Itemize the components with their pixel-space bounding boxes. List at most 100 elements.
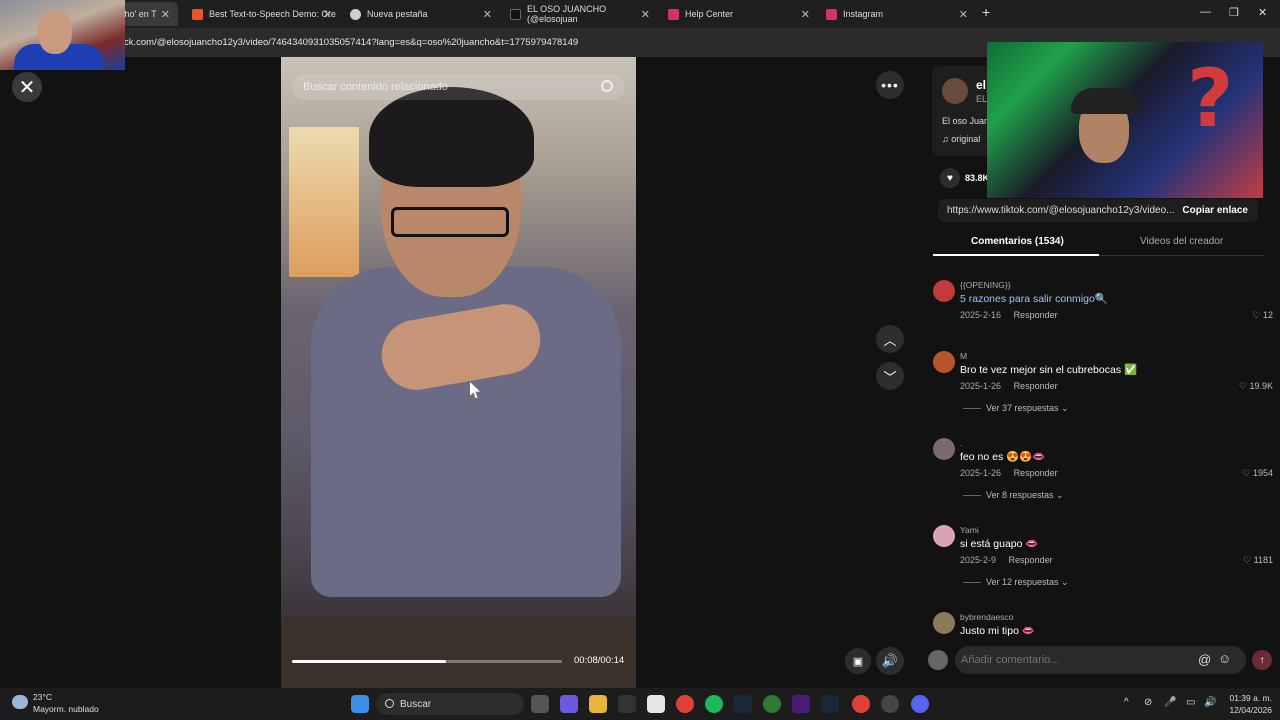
instagram-icon xyxy=(668,8,679,20)
comment-avatar[interactable] xyxy=(933,438,955,460)
comment-likes[interactable]: ♡ 1181 xyxy=(1243,555,1273,566)
display-icon[interactable]: ▭ xyxy=(1186,697,1195,708)
comment-item: . feo no es 😍😍👄 2025-1-26 Responder ♡ 19… xyxy=(933,438,1273,508)
tab-title: Nueva pestaña xyxy=(367,9,428,19)
comment-text: Justo mi tipo 👄 xyxy=(960,625,1035,637)
comment-date: 2025-1-26 xyxy=(960,381,1002,391)
task-view-icon[interactable] xyxy=(531,695,549,713)
tab-close-icon[interactable]: ✕ xyxy=(959,8,968,21)
search-icon[interactable] xyxy=(601,80,613,92)
mention-icon[interactable]: @ xyxy=(1198,652,1211,667)
comment-likes[interactable]: ♡ 12 xyxy=(1252,310,1273,321)
tab-creator-videos[interactable]: Videos del creador xyxy=(1140,236,1223,247)
more-options-icon[interactable]: ••• xyxy=(876,71,904,99)
chrome-icon[interactable] xyxy=(676,695,694,713)
network-off-icon[interactable]: ⊘ xyxy=(1144,697,1152,708)
next-video-chevron-down-icon[interactable]: ﹀ xyxy=(876,362,904,390)
minimize-button[interactable]: — xyxy=(1200,6,1211,18)
comment-username[interactable]: {{OPENING}} xyxy=(960,280,1011,290)
view-replies-button[interactable]: Ver 12 respuestas ⌄ xyxy=(963,577,1069,588)
related-search-placeholder: Buscar contenido relacionado xyxy=(303,81,448,93)
emoji-icon[interactable]: ☺ xyxy=(1218,651,1231,666)
new-tab-button[interactable]: + xyxy=(982,4,990,20)
browser-tab-strip: cho' en T ✕ Best Text-to-Speech Demo: Cr… xyxy=(0,0,1280,28)
floating-player-icon[interactable]: ▣ xyxy=(845,648,871,674)
comment-avatar[interactable] xyxy=(933,525,955,547)
comment-date: 2025-1-26 xyxy=(960,468,1002,478)
next-app-icon[interactable] xyxy=(792,695,810,713)
comment-username[interactable]: . xyxy=(960,438,962,448)
speaker-icon[interactable]: 🔊 xyxy=(1204,697,1216,708)
steam-app-icon[interactable] xyxy=(821,695,839,713)
comment-avatar[interactable] xyxy=(933,612,955,634)
obs-icon[interactable] xyxy=(881,695,899,713)
restore-button[interactable]: ❐ xyxy=(1229,6,1239,19)
reply-button[interactable]: Responder xyxy=(1014,381,1058,391)
comment-likes[interactable]: ♡ 19.9K xyxy=(1239,381,1273,392)
tab-comments[interactable]: Comentarios (1534) xyxy=(971,236,1064,247)
tab-close-icon[interactable]: ✕ xyxy=(801,8,810,21)
heart-icon[interactable]: ♥ xyxy=(940,168,960,188)
chrome-icon xyxy=(350,8,361,20)
tab-close-icon[interactable]: ✕ xyxy=(641,8,650,21)
instagram-icon xyxy=(826,8,837,20)
comment-text[interactable]: 5 razones para salir conmigo🔍 xyxy=(960,292,1108,305)
taskbar-search-label: Buscar xyxy=(400,698,432,710)
comment-meta: 2025-2-16 Responder xyxy=(960,310,1058,320)
comment-username[interactable]: M xyxy=(960,351,967,361)
spotify-icon[interactable] xyxy=(705,695,723,713)
comment-meta: 2025-1-26 Responder xyxy=(960,468,1058,478)
creator-handle: EL xyxy=(976,94,988,104)
taskbar-search[interactable]: Buscar xyxy=(376,693,524,715)
url-field[interactable]: ck.com/@elosojuancho12y3/video/746434093… xyxy=(124,37,578,48)
view-replies-button[interactable]: Ver 8 respuestas ⌄ xyxy=(963,490,1064,501)
send-icon[interactable]: ↑ xyxy=(1252,650,1272,670)
comment-avatar[interactable] xyxy=(933,280,955,302)
tab-new-tab[interactable]: Nueva pestaña ✕ xyxy=(342,2,500,26)
creator-avatar[interactable] xyxy=(942,78,968,104)
show-hidden-icons-chevron-icon[interactable]: ^ xyxy=(1124,697,1129,708)
reply-button[interactable]: Responder xyxy=(1009,555,1053,565)
volume-icon[interactable]: 🔊 xyxy=(876,647,904,675)
file-explorer-icon[interactable] xyxy=(589,695,607,713)
music-link[interactable]: ♫ original xyxy=(942,134,980,144)
discord-icon[interactable] xyxy=(911,695,929,713)
creator-name[interactable]: el xyxy=(976,78,986,92)
comment-date: 2025-2-9 xyxy=(960,555,997,565)
tab-close-icon[interactable]: ✕ xyxy=(323,8,332,21)
reply-button[interactable]: Responder xyxy=(1014,468,1058,478)
xbox-icon[interactable] xyxy=(763,695,781,713)
related-search-input[interactable]: Buscar contenido relacionado xyxy=(292,74,625,100)
chrome-active-icon[interactable] xyxy=(852,695,870,713)
tab-help-center[interactable]: Help Center ✕ xyxy=(660,2,818,26)
reply-button[interactable]: Responder xyxy=(1014,310,1058,320)
copilot-icon[interactable] xyxy=(560,695,578,713)
comment-date: 2025-2-16 xyxy=(960,310,1002,320)
close-video-icon[interactable]: ✕ xyxy=(12,72,42,102)
epic-games-icon[interactable] xyxy=(618,695,636,713)
comment-username[interactable]: Yami xyxy=(960,525,979,535)
tab-tts-demo[interactable]: Best Text-to-Speech Demo: Cre ✕ xyxy=(184,2,340,26)
tab-close-icon[interactable]: ✕ xyxy=(483,8,492,21)
tab-instagram[interactable]: Instagram ✕ xyxy=(818,2,976,26)
cloud-icon xyxy=(12,695,28,709)
tab-el-oso-juancho[interactable]: EL OSO JUANCHO (@elosojuan ✕ xyxy=(502,2,658,26)
comment-text: si está guapo 👄 xyxy=(960,538,1039,550)
window-close-button[interactable]: ✕ xyxy=(1258,6,1267,19)
steam-icon[interactable] xyxy=(734,695,752,713)
video-floor xyxy=(281,617,636,688)
comment-username[interactable]: bybrendaesco xyxy=(960,612,1013,622)
copy-link-button[interactable]: Copiar enlace xyxy=(1182,205,1248,216)
tab-close-icon[interactable]: ✕ xyxy=(161,8,170,21)
comment-likes[interactable]: ♡ 1954 xyxy=(1242,468,1273,479)
taskbar-clock[interactable]: 01:39 a. m. 12/04/2026 xyxy=(1226,692,1272,716)
comment-avatar[interactable] xyxy=(933,351,955,373)
video-player[interactable] xyxy=(281,57,636,688)
microphone-icon[interactable]: 🎤 xyxy=(1164,697,1176,708)
store-icon[interactable] xyxy=(647,695,665,713)
previous-video-chevron-up-icon[interactable]: ︿ xyxy=(876,325,904,353)
video-progress-bar[interactable] xyxy=(292,660,562,663)
comment-meta: 2025-2-9 Responder xyxy=(960,555,1053,565)
start-windows-icon[interactable] xyxy=(351,695,369,713)
view-replies-button[interactable]: Ver 37 respuestas ⌄ xyxy=(963,403,1069,414)
